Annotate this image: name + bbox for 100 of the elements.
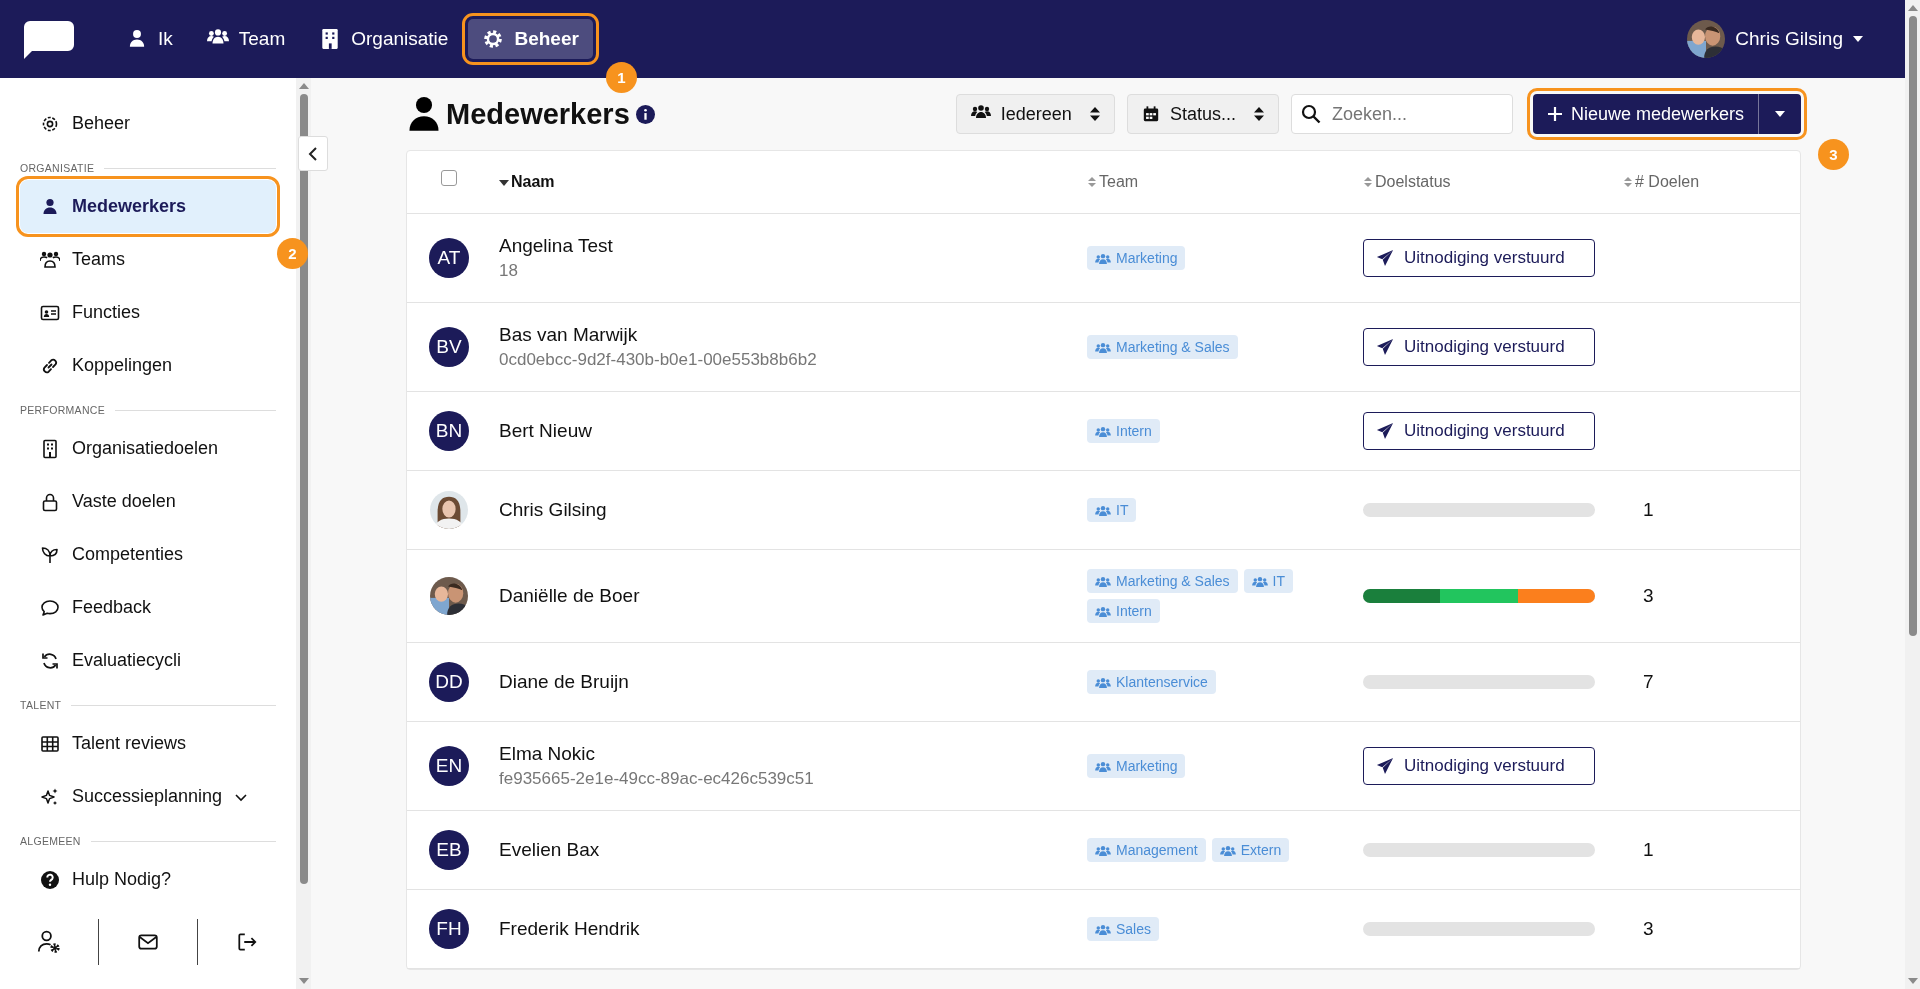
column-header[interactable]: Team bbox=[1099, 173, 1139, 191]
section-title: ALGEMEEN bbox=[20, 835, 81, 847]
checkbox[interactable] bbox=[441, 170, 457, 186]
employee-name[interactable]: Bas van Marwijk bbox=[499, 324, 1087, 346]
avatar: FH bbox=[429, 909, 469, 949]
column-header[interactable]: # Doelen bbox=[1635, 173, 1700, 191]
goal-count: 3 bbox=[1642, 585, 1654, 606]
dropdown-button[interactable] bbox=[1758, 94, 1801, 134]
nav-tab[interactable]: Ik bbox=[112, 19, 187, 59]
invitation-sent-button[interactable]: Uitnodiging verstuurd bbox=[1363, 328, 1595, 366]
caret-icon bbox=[1775, 111, 1785, 117]
goal-count: 3 bbox=[1642, 918, 1654, 939]
employee-name[interactable]: Elma Nokic bbox=[499, 743, 1087, 765]
users-icon bbox=[1095, 844, 1111, 856]
paper-plane-icon bbox=[1376, 757, 1394, 775]
scrollbar-thumb[interactable] bbox=[1908, 16, 1917, 636]
employee-name[interactable]: Daniëlle de Boer bbox=[499, 585, 1087, 607]
nav-tab[interactable]: Organisatie bbox=[305, 19, 463, 59]
column-header[interactable]: Doelstatus bbox=[1375, 173, 1451, 191]
team-tag: Marketing bbox=[1087, 246, 1186, 270]
filter-dropdown[interactable]: Iedereen bbox=[955, 94, 1115, 134]
team-tag: Marketing bbox=[1087, 754, 1186, 778]
paper-plane-icon bbox=[1376, 422, 1394, 440]
avatar: EB bbox=[429, 830, 469, 870]
sidebar-item[interactable]: Competenties bbox=[20, 528, 276, 581]
employee-subtitle: 18 bbox=[499, 261, 519, 281]
users-icon bbox=[1095, 923, 1111, 935]
filter-dropdown[interactable]: Status... bbox=[1126, 94, 1279, 134]
employee-name[interactable]: Frederik Hendrik bbox=[499, 918, 1087, 940]
lock-icon bbox=[40, 491, 60, 512]
team-tag: Marketing & Sales bbox=[1087, 569, 1238, 593]
users-icon bbox=[1251, 575, 1268, 587]
help-icon bbox=[40, 869, 60, 890]
refresh-icon bbox=[40, 650, 60, 671]
new-employee-button[interactable]: Nieuwe medewerkers bbox=[1532, 94, 1758, 134]
scrollbar-thumb[interactable] bbox=[299, 94, 308, 884]
page-title: Medewerkers bbox=[446, 97, 630, 131]
avatar: EN bbox=[429, 746, 469, 786]
employee-subtitle: 0cd0ebcc-9d2f-430b-b0e1-00e553b8b6b2 bbox=[499, 350, 818, 370]
employee-subtitle: fe935665-2e1e-49cc-89ac-ec426c539c51 bbox=[499, 769, 815, 789]
user-name[interactable]: Chris Gilsing bbox=[1735, 28, 1843, 50]
employee-name[interactable]: Evelien Bax bbox=[499, 839, 1087, 861]
building-icon bbox=[40, 438, 60, 459]
employee-name[interactable]: Angelina Test bbox=[499, 235, 1087, 257]
invitation-sent-button[interactable]: Uitnodiging verstuurd bbox=[1363, 412, 1595, 450]
avatar: DD bbox=[429, 662, 469, 702]
column-header[interactable]: Naam bbox=[511, 173, 555, 191]
avatar: AT bbox=[429, 238, 469, 278]
employee-name[interactable]: Chris Gilsing bbox=[499, 499, 1087, 521]
users-icon bbox=[40, 249, 60, 270]
nav-tab[interactable]: Team bbox=[192, 19, 300, 59]
invitation-sent-button[interactable]: Uitnodiging verstuurd bbox=[1363, 239, 1595, 277]
info-icon[interactable] bbox=[635, 104, 655, 124]
settings-icon bbox=[482, 28, 505, 50]
sidebar-item[interactable]: Organisatiedoelen bbox=[20, 422, 276, 475]
caret-icon[interactable] bbox=[1853, 36, 1863, 42]
sidebar-item[interactable]: Talent reviews bbox=[20, 717, 276, 770]
goal-count: 1 bbox=[1642, 839, 1654, 860]
sort-icon[interactable] bbox=[1087, 176, 1097, 188]
users-icon bbox=[1095, 252, 1111, 264]
paper-plane-icon bbox=[1376, 338, 1394, 356]
goal-count: 1 bbox=[1642, 499, 1654, 520]
team-tag: Extern bbox=[1211, 838, 1290, 862]
avatar: BV bbox=[429, 327, 469, 367]
employee-name[interactable]: Diane de Bruijn bbox=[499, 671, 1087, 693]
invitation-sent-button[interactable]: Uitnodiging verstuurd bbox=[1363, 747, 1595, 785]
users-icon bbox=[1219, 844, 1236, 856]
section-title: TALENT bbox=[20, 699, 62, 711]
logout-icon bbox=[236, 931, 258, 953]
sort-icon[interactable] bbox=[1623, 176, 1633, 188]
section-title: PERFORMANCE bbox=[20, 404, 105, 416]
team-tag: Sales bbox=[1087, 917, 1160, 941]
sidebar-item[interactable]: Successieplanning bbox=[20, 770, 276, 823]
team-tag: Intern bbox=[1087, 599, 1160, 623]
users-icon bbox=[1095, 425, 1111, 437]
team-tag: Klantenservice bbox=[1087, 670, 1216, 694]
profile-settings-button[interactable] bbox=[37, 930, 61, 954]
sort-icon[interactable] bbox=[1363, 176, 1373, 188]
users-icon bbox=[1095, 605, 1111, 617]
callout-badge: 2 bbox=[277, 238, 308, 269]
plus-icon bbox=[1546, 106, 1563, 122]
sidebar-item[interactable]: Functies bbox=[20, 286, 276, 339]
sidebar-item[interactable]: Vaste doelen bbox=[20, 475, 276, 528]
search-field[interactable]: Zoeken... bbox=[1290, 94, 1513, 134]
sidebar-item[interactable]: Koppelingen bbox=[20, 339, 276, 392]
sidebar-item[interactable]: Hulp Nodig? bbox=[20, 853, 276, 906]
team-tag: Marketing & Sales bbox=[1087, 335, 1238, 359]
sidebar-item[interactable]: Feedback bbox=[20, 581, 276, 634]
sidebar-item[interactable]: Beheer bbox=[20, 97, 276, 150]
collapse-button[interactable] bbox=[298, 136, 328, 171]
chat-bubble-icon bbox=[40, 597, 60, 618]
team-tag: Management bbox=[1087, 838, 1206, 862]
calendar-icon bbox=[1141, 105, 1160, 123]
sidebar-item[interactable]: Teams bbox=[20, 233, 276, 286]
section-title: ORGANISATIE bbox=[20, 162, 95, 174]
goal-count: 7 bbox=[1642, 671, 1654, 692]
team-tag: IT bbox=[1087, 498, 1137, 522]
logout-button[interactable] bbox=[236, 931, 258, 953]
employee-name[interactable]: Bert Nieuw bbox=[499, 420, 1087, 442]
sidebar-item[interactable]: Evaluatiecycli bbox=[20, 634, 276, 687]
